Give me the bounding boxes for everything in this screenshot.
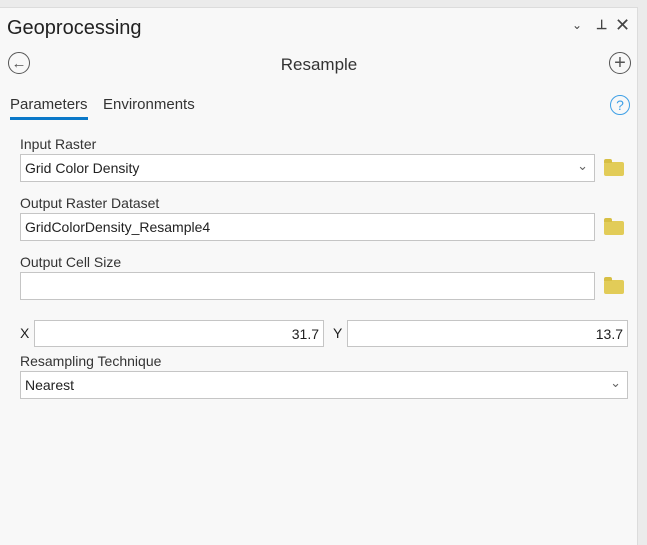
- geoprocessing-pane: Geoprocessing ⌄ ⊥ ✕ ← Resample + Paramet…: [0, 7, 638, 545]
- pin-icon[interactable]: ⊥: [596, 17, 607, 33]
- help-icon[interactable]: ?: [610, 95, 630, 115]
- tab-environments[interactable]: Environments: [103, 96, 195, 113]
- folder-icon[interactable]: [604, 218, 624, 235]
- chevron-down-icon: ⌄: [577, 158, 588, 173]
- output-raster-label: Output Raster Dataset: [20, 195, 160, 211]
- tool-title: Resample: [280, 55, 358, 74]
- output-raster-input[interactable]: GridColorDensity_Resample4: [20, 213, 595, 241]
- input-raster-select[interactable]: Grid Color Density ⌄: [20, 154, 595, 182]
- technique-label: Resampling Technique: [20, 353, 162, 369]
- folder-icon[interactable]: [604, 277, 624, 294]
- add-icon[interactable]: +: [609, 52, 631, 74]
- x-label: X: [20, 325, 30, 341]
- cell-size-label: Output Cell Size: [20, 254, 122, 270]
- chevron-down-icon: ⌄: [610, 375, 621, 390]
- input-raster-label: Input Raster: [20, 136, 97, 152]
- pane-title: Geoprocessing: [7, 17, 142, 39]
- input-raster-value: Grid Color Density: [25, 160, 140, 176]
- technique-value: Nearest: [25, 377, 75, 393]
- x-input[interactable]: 31.7: [34, 320, 324, 347]
- close-icon[interactable]: ✕: [615, 15, 630, 36]
- technique-select[interactable]: Nearest ⌄: [20, 371, 628, 399]
- options-chevron-icon[interactable]: ⌄: [572, 18, 582, 32]
- y-input[interactable]: 13.7: [347, 320, 628, 347]
- cell-size-input[interactable]: [20, 272, 595, 300]
- tab-parameters[interactable]: Parameters: [10, 96, 88, 120]
- y-label: Y: [333, 325, 343, 341]
- folder-icon[interactable]: [604, 159, 624, 176]
